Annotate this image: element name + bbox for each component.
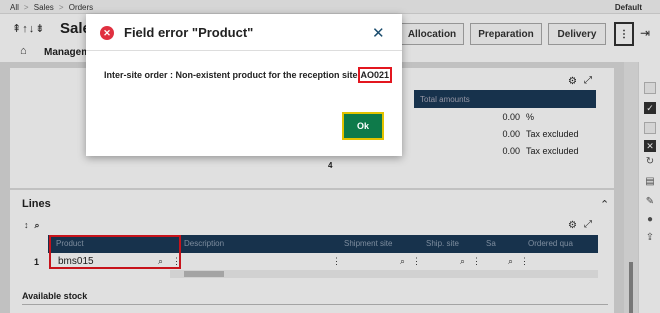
- site-code: AO021: [357, 67, 393, 83]
- error-icon: ✕: [100, 26, 114, 40]
- dialog-divider: [86, 50, 402, 51]
- dialog-title: Field error "Product": [124, 25, 254, 40]
- dialog-message-text: Inter-site order : Non-existent product …: [104, 70, 358, 80]
- close-icon[interactable]: ✕: [372, 24, 385, 42]
- dialog-message: Inter-site order : Non-existent product …: [104, 67, 393, 83]
- ok-button[interactable]: Ok: [342, 112, 384, 140]
- error-dialog: ✕ Field error "Product" ✕ Inter-site ord…: [86, 14, 402, 156]
